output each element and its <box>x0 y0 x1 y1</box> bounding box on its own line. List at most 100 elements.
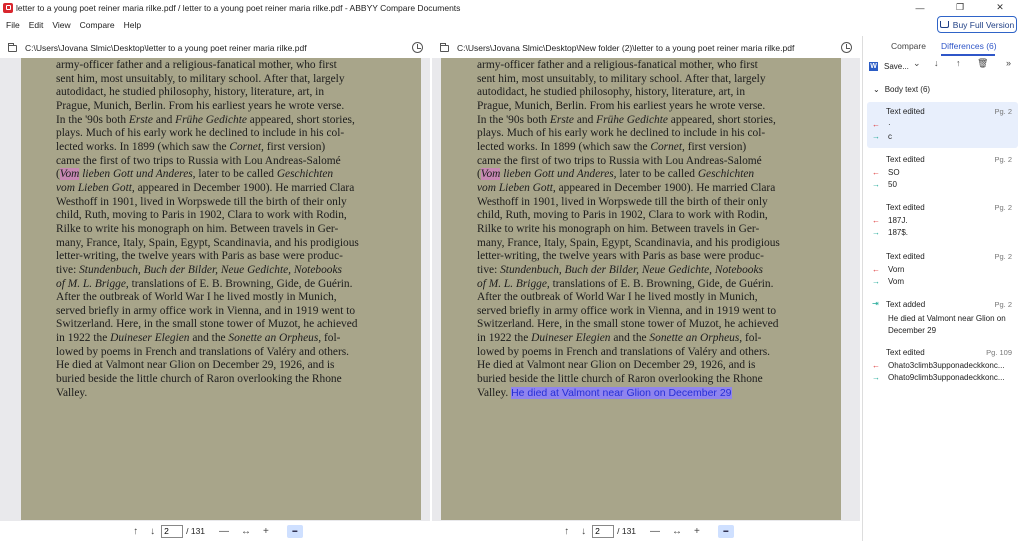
left-document-pane: C:\Users\Jovana Slmic\Desktop\letter to … <box>0 38 430 541</box>
old-text-arrow-icon: ← <box>872 168 880 177</box>
prev-page-icon[interactable]: ↑ <box>564 526 569 537</box>
highlight-toggle-icon[interactable]: ▬ <box>717 524 734 538</box>
diff-item[interactable]: ⇥ Text added Pg. 2 He died at Valmont ne… <box>867 295 1018 341</box>
save-button[interactable]: Save... <box>884 62 909 71</box>
page-total: / 131 <box>186 526 206 536</box>
dropdown-chevron-icon[interactable]: ⌄ <box>913 58 921 69</box>
new-text-arrow-icon: → <box>872 180 880 189</box>
diff-old-value: Ohato3climb3upponadeckkonc... <box>888 361 1005 370</box>
right-page-nav: ↑ ↓ / 131 — ↔ + ▬ <box>432 521 860 541</box>
new-text-arrow-icon: → <box>872 228 880 237</box>
diff-kind: Text edited <box>886 252 925 261</box>
active-tab-indicator <box>941 54 995 56</box>
zoom-in-icon[interactable]: + <box>694 526 700 537</box>
left-page-text: army-officer father and a religious-fana… <box>56 59 359 399</box>
zoom-out-icon[interactable]: — <box>650 526 660 537</box>
group-body-text[interactable]: ⌄ Body text (6) <box>863 81 1020 97</box>
zoom-out-icon[interactable]: — <box>219 526 229 537</box>
right-page: army-officer father and a religious-fana… <box>441 58 841 520</box>
diff-item[interactable]: Text edited Pg. 2 ← · → c <box>867 102 1018 148</box>
tab-compare[interactable]: Compare <box>891 41 926 51</box>
diff-page: Pg. 2 <box>994 252 1012 261</box>
diff-item[interactable]: Text edited Pg. 2 ← Vorn → Vom <box>867 247 1018 293</box>
highlight-toggle-icon[interactable]: ▬ <box>286 524 303 538</box>
menu-bar: File Edit View Compare Help <box>0 15 860 34</box>
new-text-arrow-icon: → <box>872 373 880 382</box>
diff-page: Pg. 2 <box>994 155 1012 164</box>
diff-kind: Text added <box>886 300 926 309</box>
diff-item[interactable]: Text edited Pg. 2 ← 187J. → 187$. <box>867 198 1018 244</box>
diff-item[interactable]: Text edited Pg. 2 ← SO → 50 <box>867 150 1018 196</box>
diff-kind: Text edited <box>886 155 925 164</box>
text-added-icon: ⇥ <box>872 299 879 308</box>
group-label: Body text (6) <box>884 84 931 94</box>
page-number-input[interactable] <box>592 524 615 538</box>
right-file-path: C:\Users\Jovana Slmic\Desktop\New folder… <box>457 43 795 53</box>
diff-new-value: 50 <box>888 180 897 189</box>
fit-width-icon[interactable]: ↔ <box>241 526 251 537</box>
tab-differences[interactable]: Differences (6) <box>941 41 997 51</box>
diff-page: Pg. 2 <box>994 203 1012 212</box>
panel-tabs: Compare Differences (6) <box>863 40 1020 56</box>
history-icon[interactable] <box>412 42 423 53</box>
left-page-nav: ↑ ↓ / 131 — ↔ + ▬ <box>0 521 430 541</box>
folder-icon[interactable] <box>8 42 17 52</box>
old-text-arrow-icon: ← <box>872 120 880 129</box>
diff-highlight[interactable]: Vom <box>59 168 80 181</box>
next-page-icon[interactable]: ↓ <box>150 526 155 537</box>
buy-button-label: Buy Full Version <box>952 19 1015 30</box>
old-text-arrow-icon: ← <box>872 361 880 370</box>
menu-compare[interactable]: Compare <box>80 20 115 30</box>
differences-panel: Compare Differences (6) W Save... ⌄ ↓ ↑ … <box>862 36 1020 541</box>
app-logo-icon <box>3 2 13 13</box>
more-icon[interactable]: » <box>1006 58 1011 68</box>
prev-page-icon[interactable]: ↑ <box>133 526 138 537</box>
left-page: army-officer father and a religious-fana… <box>21 58 421 520</box>
old-text-arrow-icon: ← <box>872 265 880 274</box>
page-number-input[interactable] <box>161 524 184 538</box>
diff-highlight[interactable]: Vom <box>480 168 501 181</box>
diff-page: Pg. 109 <box>986 348 1012 357</box>
close-button[interactable]: ✕ <box>980 0 1020 15</box>
left-file-path: C:\Users\Jovana Slmic\Desktop\letter to … <box>25 43 307 53</box>
diff-new-value: Vom <box>888 277 905 286</box>
diff-old-value: · <box>888 120 891 129</box>
diff-old-value: SO <box>888 168 900 177</box>
maximize-button[interactable]: ❐ <box>940 0 980 15</box>
added-text-highlight[interactable]: He died at Valmont near Glion on Decembe… <box>511 386 732 399</box>
minimize-button[interactable]: — <box>900 0 940 15</box>
diff-new-value: Ohato9climb3upponadeckkonc... <box>888 373 1005 382</box>
right-document-pane: C:\Users\Jovana Slmic\Desktop\New folder… <box>432 38 860 541</box>
menu-file[interactable]: File <box>6 20 20 30</box>
menu-help[interactable]: Help <box>124 20 141 30</box>
diff-new-value: c <box>888 132 892 141</box>
buy-full-version-button[interactable]: Buy Full Version <box>937 16 1017 33</box>
delete-icon[interactable]: 🗑 <box>977 58 988 69</box>
menu-edit[interactable]: Edit <box>29 20 44 30</box>
diff-kind: Text edited <box>886 107 925 116</box>
left-path-bar: C:\Users\Jovana Slmic\Desktop\letter to … <box>0 38 430 58</box>
word-icon[interactable]: W <box>869 61 878 71</box>
diff-added-text: He died at Valmont near Glion on Decembe… <box>888 314 1006 335</box>
chevron-down-icon: ⌄ <box>873 84 880 94</box>
diff-kind: Text edited <box>886 203 925 212</box>
title-bar: letter to a young poet reiner maria rilk… <box>0 0 1020 15</box>
history-icon[interactable] <box>841 42 852 53</box>
diff-old-value: 187J. <box>888 216 908 225</box>
diff-page: Pg. 2 <box>994 300 1012 309</box>
next-page-icon[interactable]: ↓ <box>581 526 586 537</box>
new-text-arrow-icon: → <box>872 132 880 141</box>
right-path-bar: C:\Users\Jovana Slmic\Desktop\New folder… <box>432 38 860 58</box>
window-title: letter to a young poet reiner maria rilk… <box>16 2 461 13</box>
menu-view[interactable]: View <box>52 20 70 30</box>
next-difference-icon[interactable]: ↓ <box>934 58 939 68</box>
diff-page: Pg. 2 <box>994 107 1012 116</box>
fit-width-icon[interactable]: ↔ <box>672 526 682 537</box>
diff-item[interactable]: Text edited Pg. 109 ← Ohato3climb3uppona… <box>867 343 1018 389</box>
old-text-arrow-icon: ← <box>872 216 880 225</box>
differences-toolbar: W Save... ⌄ ↓ ↑ 🗑 » <box>863 58 1020 74</box>
folder-icon[interactable] <box>440 42 449 52</box>
right-page-text: army-officer father and a religious-fana… <box>477 59 780 399</box>
zoom-in-icon[interactable]: + <box>263 526 269 537</box>
previous-difference-icon[interactable]: ↑ <box>956 58 961 68</box>
